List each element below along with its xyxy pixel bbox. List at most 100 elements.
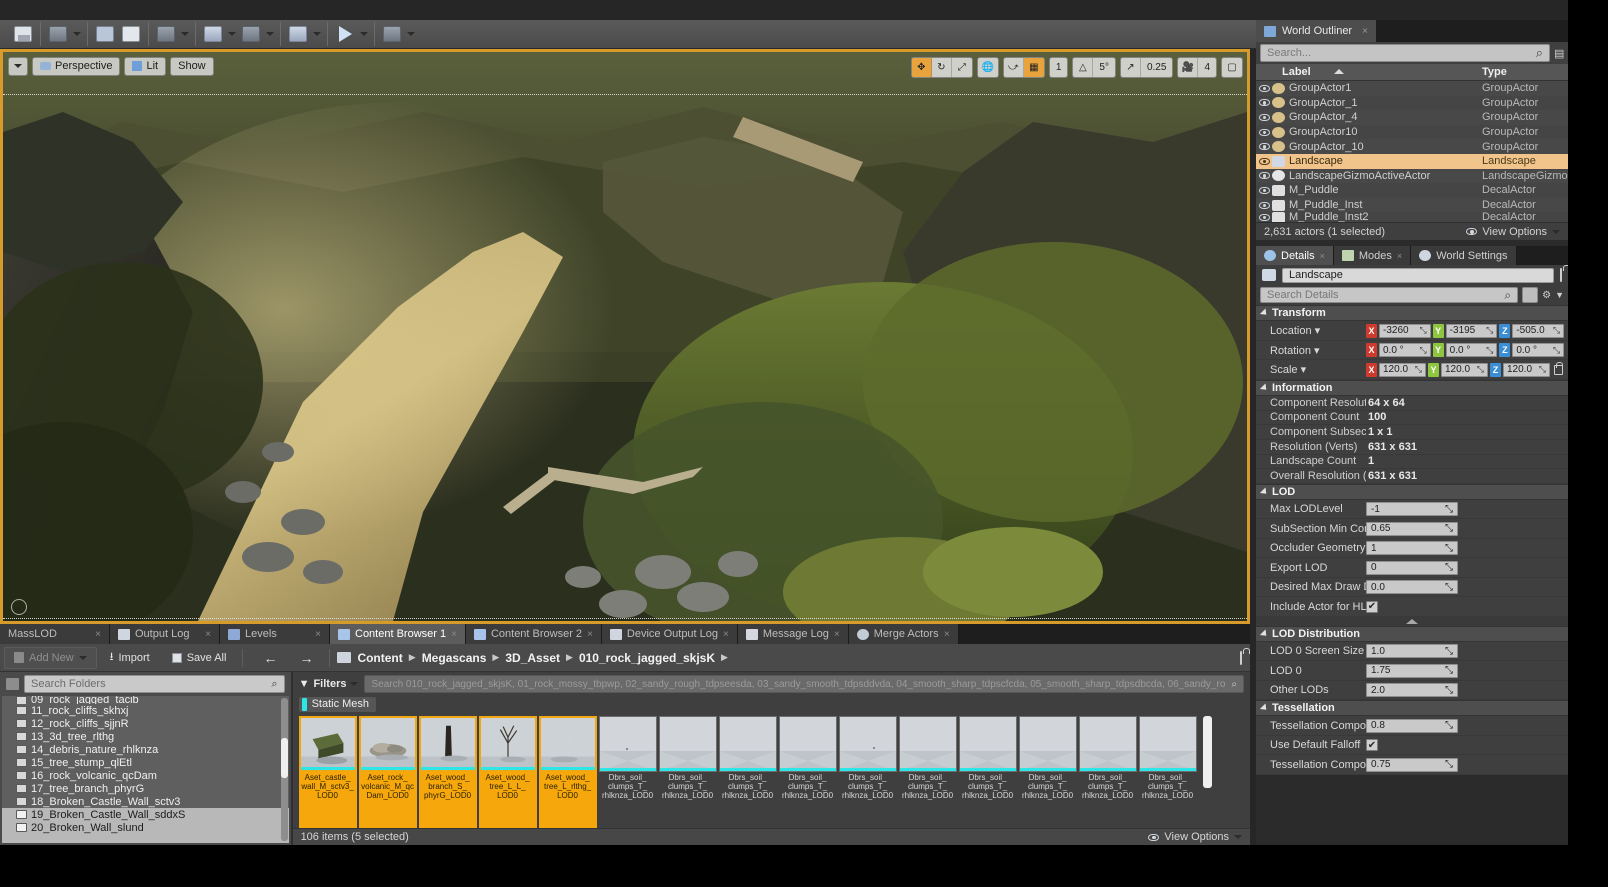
folder-item-17[interactable]: 17_tree_branch_phyrG: [2, 782, 289, 795]
folder-item-15[interactable]: 15_tree_stump_qlEtl: [2, 756, 289, 769]
save-all-button[interactable]: Save All: [163, 647, 236, 669]
rotation-z-input[interactable]: 0.0 °⤡: [1512, 343, 1564, 357]
cinematics-button[interactable]: [238, 22, 264, 46]
folder-item-19[interactable]: 19_Broken_Castle_Wall_sddxS: [2, 808, 289, 821]
close-icon[interactable]: ×: [834, 629, 840, 640]
close-icon[interactable]: ×: [1397, 251, 1402, 261]
spinner-icon[interactable]: ⤡: [1553, 345, 1560, 356]
breadcrumb-item-content[interactable]: Content: [357, 651, 402, 665]
source-control-dropdown[interactable]: [71, 22, 83, 46]
table-row[interactable]: GroupActor_1 GroupActor: [1256, 96, 1568, 111]
visibility-toggle[interactable]: [1256, 158, 1272, 165]
cinematics-dropdown[interactable]: [264, 22, 276, 46]
details-settings-icon[interactable]: ⚙: [1542, 290, 1551, 301]
close-icon[interactable]: ×: [723, 629, 729, 640]
table-row[interactable]: M_Puddle_Inst2 DecalActor: [1256, 212, 1568, 222]
folder-item-16[interactable]: 16_rock_volcanic_qcDam: [2, 769, 289, 782]
spinner-icon[interactable]: ⤡: [1486, 345, 1493, 356]
section-collapser[interactable]: [1256, 617, 1568, 626]
asset-tile[interactable]: Dbrs_soil_clumps_T_rhlknza_LOD0: [1079, 716, 1137, 828]
launch-dropdown[interactable]: [405, 22, 417, 46]
search-details-input[interactable]: Search Details ⌕: [1260, 287, 1518, 303]
tab-message-log[interactable]: Message Log×: [738, 624, 849, 644]
tab-modes[interactable]: Modes ×: [1334, 246, 1411, 265]
folder-item-09[interactable]: 09_rock_jagged_tacib: [2, 696, 289, 704]
tab-content-browser-1[interactable]: Content Browser 1×: [330, 624, 466, 644]
translate-icon[interactable]: ✥: [912, 58, 932, 77]
tab-details[interactable]: Details ×: [1256, 246, 1334, 265]
asset-tile[interactable]: Dbrs_soil_clumps_T_rhlknza_LOD0: [779, 716, 837, 828]
section-header-lod[interactable]: LOD: [1256, 484, 1568, 500]
include-hlod-checkbox[interactable]: ✔: [1366, 601, 1378, 613]
spinner-icon[interactable]: ⤡: [1445, 523, 1453, 534]
close-icon[interactable]: ×: [95, 629, 101, 640]
grid-snap-icon[interactable]: ▦: [1024, 58, 1044, 77]
tab-content-browser-2[interactable]: Content Browser 2×: [466, 624, 602, 644]
maximize-viewport-icon[interactable]: ▢: [1222, 58, 1242, 77]
close-icon[interactable]: ×: [587, 629, 593, 640]
spinner-icon[interactable]: ⤡: [1477, 364, 1484, 375]
nav-forward-button[interactable]: →: [290, 647, 322, 669]
viewport-stats-icon[interactable]: [11, 599, 27, 615]
asset-tile[interactable]: Dbrs_soil_clumps_T_rhlknza_LOD0: [839, 716, 897, 828]
lod0-input[interactable]: 1.75⤡: [1366, 664, 1458, 678]
max-lodlevel-input[interactable]: -1⤡: [1366, 502, 1458, 516]
table-row-selected[interactable]: Landscape Landscape: [1256, 154, 1568, 169]
folder-item-14[interactable]: 14_debris_nature_rhlknza: [2, 743, 289, 756]
asset-tile[interactable]: Dbrs_soil_clumps_T_rhlknza_LOD0: [719, 716, 777, 828]
rotate-icon[interactable]: ↻: [932, 58, 952, 77]
marketplace-button[interactable]: [118, 22, 144, 46]
scale-size-value[interactable]: 0.25: [1141, 58, 1172, 77]
visibility-toggle[interactable]: [1256, 129, 1272, 136]
location-y-input[interactable]: -3195⤡: [1446, 324, 1498, 338]
asset-tile[interactable]: Aset_rock_ volcanic_M_qc Dam_LOD0: [359, 716, 417, 828]
camera-speed-icon[interactable]: 🎥: [1178, 58, 1198, 77]
table-row[interactable]: GroupActor10 GroupActor: [1256, 125, 1568, 140]
settings-button[interactable]: [153, 22, 179, 46]
filters-button[interactable]: ▼ Filters: [299, 678, 359, 690]
tessellation-component-1-input[interactable]: 0.8⤡: [1366, 719, 1458, 733]
section-header-information[interactable]: Information: [1256, 380, 1568, 396]
viewport-show-menu[interactable]: Show: [170, 57, 214, 76]
table-row[interactable]: GroupActor_10 GroupActor: [1256, 139, 1568, 154]
table-row[interactable]: GroupActor1 GroupActor: [1256, 81, 1568, 96]
spinner-icon[interactable]: ⤡: [1445, 543, 1453, 554]
add-new-button[interactable]: Add New: [4, 647, 97, 669]
surface-snap-icon[interactable]: ⤻: [1004, 58, 1024, 77]
desired-max-draw-input[interactable]: 0.0⤡: [1366, 580, 1458, 594]
close-icon[interactable]: ×: [451, 629, 457, 640]
spinner-icon[interactable]: ⤡: [1445, 665, 1453, 676]
world-icon[interactable]: 🌐: [978, 58, 998, 77]
table-row[interactable]: M_Puddle_Inst DecalActor: [1256, 198, 1568, 213]
tree-toggle-icon[interactable]: [6, 678, 19, 690]
visibility-toggle[interactable]: [1256, 114, 1272, 121]
asset-grid[interactable]: Aset_castle_ wall_M_sctv3_ LOD0: [293, 712, 1250, 828]
tab-masslod[interactable]: MassLOD×: [0, 624, 110, 644]
outliner-rows[interactable]: GroupActor1 GroupActor GroupActor_1 Grou…: [1256, 81, 1568, 222]
play-dropdown[interactable]: [358, 22, 370, 46]
asset-tile[interactable]: Dbrs_soil_clumps_T_rhlknza_LOD0: [899, 716, 957, 828]
table-row[interactable]: GroupActor_4 GroupActor: [1256, 110, 1568, 125]
close-icon[interactable]: ×: [205, 629, 211, 640]
chevron-down-icon[interactable]: ▼: [1555, 290, 1564, 300]
column-header-type[interactable]: Type: [1482, 66, 1568, 78]
spinner-icon[interactable]: ⤡: [1486, 325, 1493, 336]
angle-size-value[interactable]: 5°: [1093, 58, 1115, 77]
viewport-camera-mode[interactable]: Perspective: [32, 57, 120, 76]
tab-world-settings[interactable]: World Settings: [1411, 246, 1516, 265]
folder-scrollbar-track[interactable]: [281, 698, 288, 841]
viewport-options-menu[interactable]: [8, 57, 28, 76]
tab-output-log[interactable]: Output Log×: [110, 624, 220, 644]
asset-tile[interactable]: Aset_wood_ tree_L_rlthg_ LOD0: [539, 716, 597, 828]
view-options-button[interactable]: View Options: [1148, 831, 1242, 843]
close-icon[interactable]: ×: [1362, 26, 1368, 37]
import-button[interactable]: ⭳ Import: [101, 647, 159, 669]
content-browser-lock-button[interactable]: [1240, 652, 1250, 664]
asset-tile[interactable]: Dbrs_soil_clumps_T_rhlknza_LOD0: [1139, 716, 1197, 828]
location-x-input[interactable]: -3260⤡: [1379, 324, 1431, 338]
folder-item-11[interactable]: 11_rock_cliffs_skhxj: [2, 704, 289, 717]
spinner-icon[interactable]: ⤡: [1415, 364, 1422, 375]
folder-list[interactable]: 09_rock_jagged_tacib 11_rock_cliffs_skhx…: [2, 696, 289, 843]
folder-item-12[interactable]: 12_rock_cliffs_sjjnR: [2, 717, 289, 730]
level-viewport[interactable]: Perspective Lit Show ✥ ↻ ⤢ 🌐 ⤻ ▦: [0, 49, 1250, 624]
